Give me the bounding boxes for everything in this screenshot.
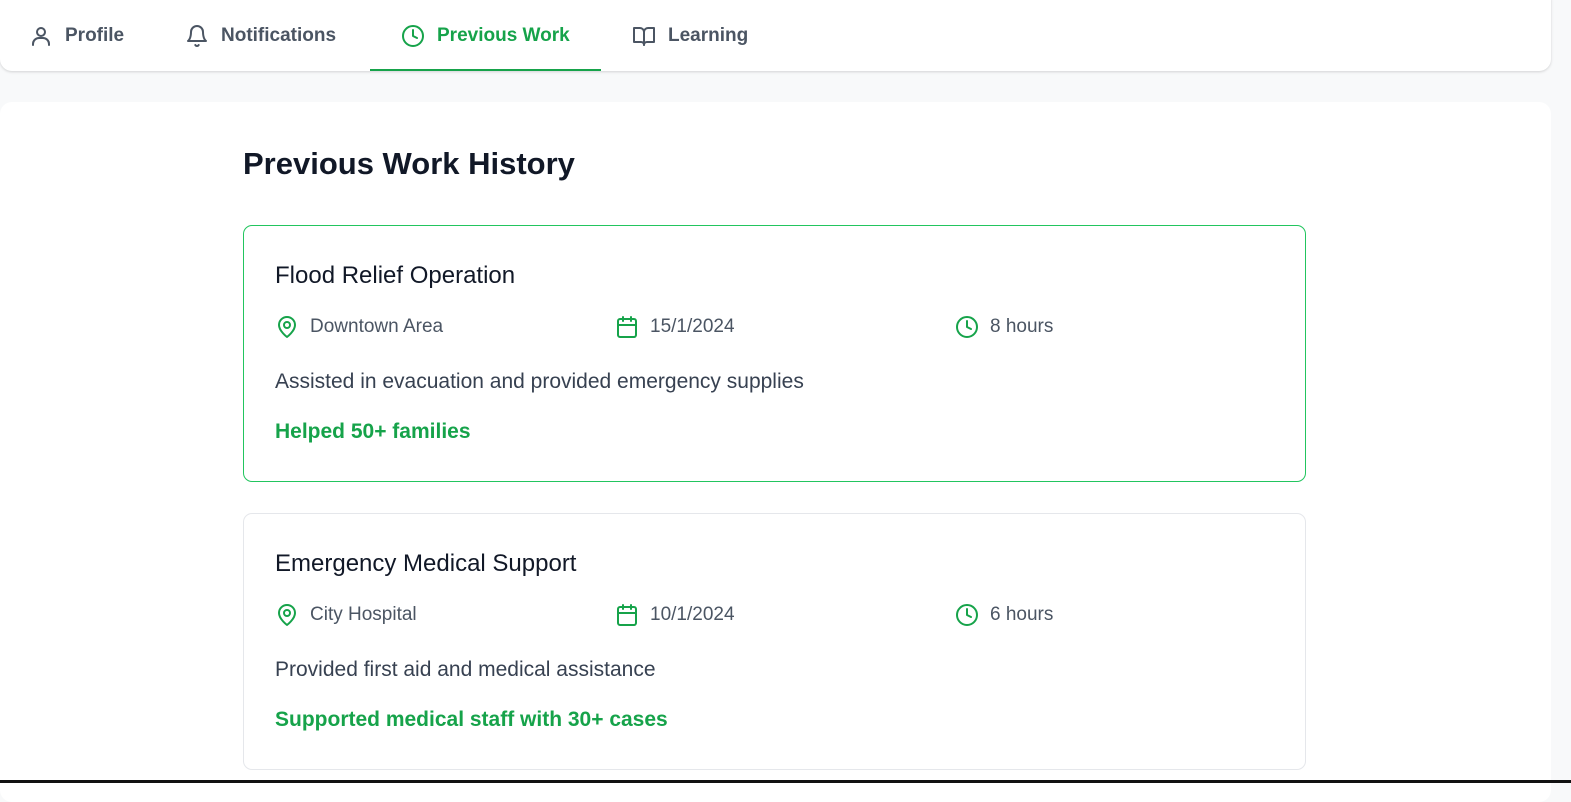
work-location: City Hospital [275, 603, 417, 627]
tab-previous-work-label: Previous Work [437, 24, 570, 46]
tab-profile[interactable]: Profile [29, 0, 124, 71]
tab-learning[interactable]: Learning [632, 0, 748, 71]
work-date: 10/1/2024 [615, 603, 735, 627]
work-impact: Helped 50+ families [275, 420, 471, 443]
work-title: Flood Relief Operation [275, 262, 516, 289]
map-pin-icon [278, 604, 296, 626]
work-title: Emergency Medical Support [275, 550, 577, 577]
work-description: Assisted in evacuation and provided emer… [275, 370, 804, 393]
calendar-icon [617, 604, 637, 626]
work-duration: 6 hours [955, 603, 1053, 627]
clock-icon [402, 24, 424, 47]
calendar-icon [617, 316, 637, 338]
work-date: 15/1/2024 [615, 315, 735, 339]
tab-previous-work[interactable]: Previous Work [370, 0, 601, 71]
location-text: City Hospital [310, 604, 417, 625]
work-location: Downtown Area [275, 315, 443, 339]
page-title: Previous Work History [243, 146, 575, 181]
duration-text: 8 hours [990, 316, 1054, 337]
bell-icon [187, 24, 207, 47]
tab-notifications[interactable]: Notifications [185, 0, 336, 71]
tab-profile-label: Profile [65, 24, 125, 46]
tab-bar: Profile Notifications Previous Work Lear… [0, 0, 1551, 71]
clock-icon [956, 316, 978, 338]
map-pin-icon [278, 316, 296, 338]
user-icon [32, 26, 50, 46]
location-text: Downtown Area [310, 316, 444, 337]
work-card[interactable]: Flood Relief Operation Downtown Area 15/… [243, 225, 1306, 482]
duration-text: 6 hours [990, 604, 1054, 625]
clock-icon [956, 604, 978, 626]
work-card[interactable]: Emergency Medical Support City Hospital … [243, 513, 1306, 770]
work-duration: 8 hours [955, 315, 1053, 339]
book-icon [633, 26, 655, 46]
date-text: 10/1/2024 [650, 604, 735, 625]
work-impact: Supported medical staff with 30+ cases [275, 708, 668, 731]
tab-notifications-label: Notifications [221, 24, 337, 46]
work-description: Provided first aid and medical assistanc… [275, 658, 656, 681]
active-tab-indicator [370, 69, 601, 71]
tab-learning-label: Learning [668, 24, 749, 46]
date-text: 15/1/2024 [650, 316, 735, 337]
